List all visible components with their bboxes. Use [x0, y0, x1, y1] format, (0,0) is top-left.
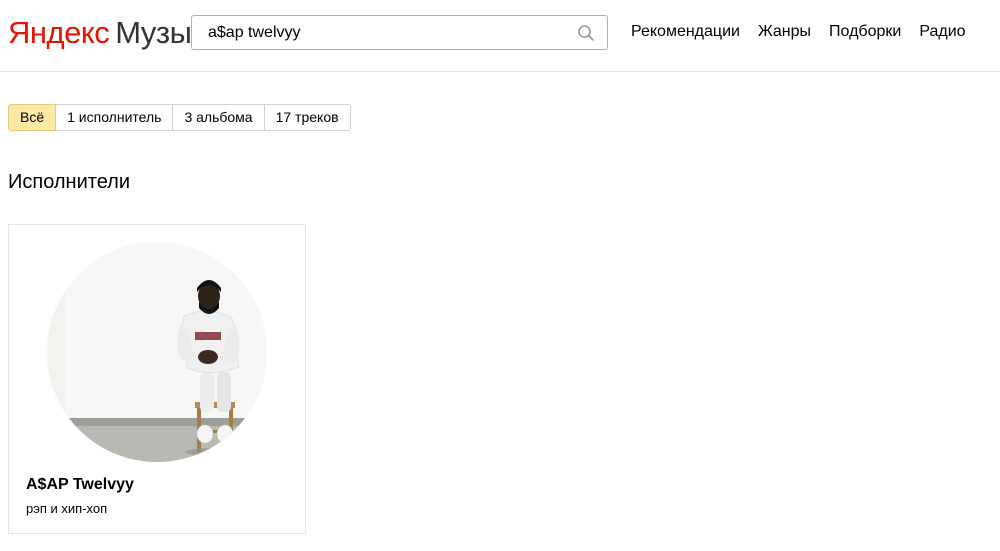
- search-filter-tabs: Всё 1 исполнитель 3 альбома 17 треков: [8, 104, 351, 131]
- filter-all[interactable]: Всё: [8, 104, 57, 131]
- header: ЯндексМузыка Рекомендации Жанры Подборки…: [0, 0, 1000, 72]
- logo[interactable]: Яндекс Музыка: [8, 14, 222, 52]
- filter-artists[interactable]: 1 исполнитель: [56, 104, 174, 131]
- nav-recommendations[interactable]: Рекомендации: [631, 22, 740, 42]
- search-icon[interactable]: [577, 24, 595, 42]
- main-nav: Рекомендации Жанры Подборки Радио: [631, 22, 966, 42]
- artist-photo: [47, 242, 267, 462]
- filter-tracks[interactable]: 17 треков: [264, 104, 351, 131]
- logo-brand: Яндекс: [8, 15, 110, 50]
- artist-avatar[interactable]: [47, 242, 267, 462]
- artist-name[interactable]: A$AP Twelvyy: [26, 475, 134, 495]
- nav-genres[interactable]: Жанры: [758, 22, 811, 42]
- section-title-artists: Исполнители: [8, 171, 131, 193]
- artist-card[interactable]: A$AP Twelvyy рэп и хип-хоп: [8, 224, 306, 534]
- search-box: [191, 15, 608, 50]
- artist-genre: рэп и хип-хоп: [26, 501, 108, 516]
- nav-radio[interactable]: Радио: [919, 22, 965, 42]
- nav-collections[interactable]: Подборки: [829, 22, 901, 42]
- search-input[interactable]: [208, 16, 568, 49]
- filter-albums[interactable]: 3 альбома: [173, 104, 265, 131]
